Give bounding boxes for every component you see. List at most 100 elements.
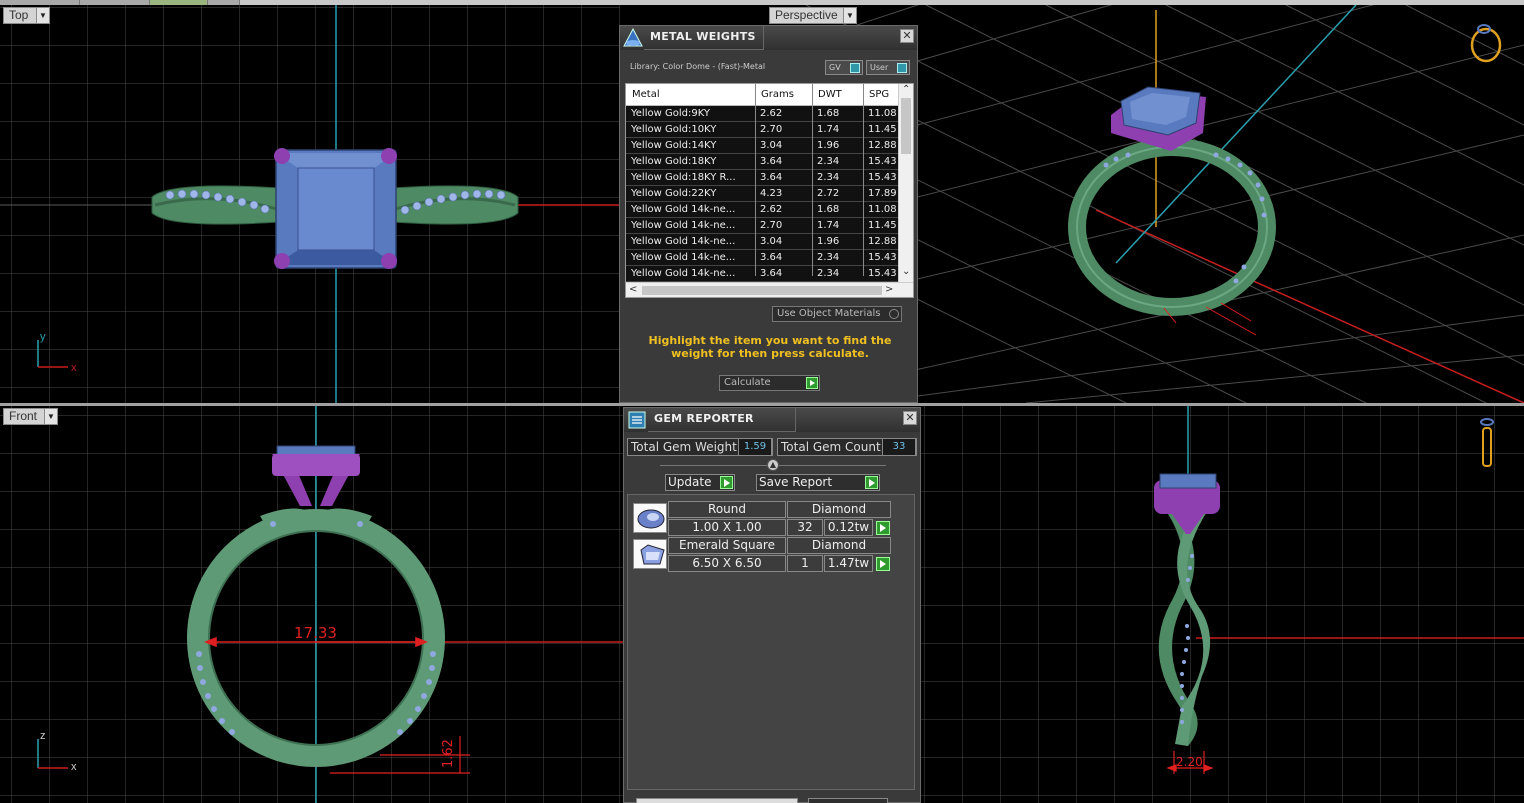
metal-name: Yellow Gold:18KY R... [631, 172, 736, 183]
collapse-icon[interactable]: ▲ [767, 459, 779, 471]
library-label: Library: Color Dome - (Fast)-Metal [630, 62, 766, 71]
metal-grams: 3.64 [760, 156, 783, 167]
save-report-button[interactable]: Save Report [756, 474, 880, 491]
col-dwt[interactable]: DWT [818, 89, 842, 100]
metal-dwt: 2.72 [817, 188, 840, 199]
metal-grams: 2.70 [760, 124, 783, 135]
user-toggle[interactable]: User [866, 60, 910, 75]
use-object-materials-toggle[interactable]: Use Object Materials [772, 306, 902, 322]
metal-table-header: Metal Grams DWT SPG [626, 84, 898, 106]
metal-row[interactable]: Yellow Gold:22KY 4.23 2.72 17.89 [626, 186, 898, 202]
viewport-perspective-label: Perspective [775, 8, 838, 22]
chevron-down-icon: ▼ [44, 409, 57, 424]
metal-row[interactable]: Yellow Gold 14k-ne... 3.64 2.34 15.43 [626, 266, 898, 282]
play-icon [720, 476, 733, 489]
metal-table-vscroll[interactable]: ⌃ ⌄ [898, 84, 913, 282]
metal-spg: 12.88 [868, 236, 897, 247]
metal-name: Yellow Gold 14k-ne... [631, 204, 736, 215]
metal-row[interactable]: Yellow Gold:10KY 2.70 1.74 11.45 [626, 122, 898, 138]
metal-spg: 12.88 [868, 140, 897, 151]
front-view-scene: 17.33 1.62 z x [0, 406, 624, 803]
metal-row[interactable]: Yellow Gold 14k-ne... 2.70 1.74 11.45 [626, 218, 898, 234]
metal-row[interactable]: Yellow Gold 14k-ne... 3.04 1.96 12.88 [626, 234, 898, 250]
metal-row[interactable]: Yellow Gold 14k-ne... 3.64 2.34 15.43 [626, 250, 898, 266]
metal-name: Yellow Gold:9KY [631, 108, 710, 119]
metal-weights-titlebar[interactable]: METAL WEIGHTS ✕ [620, 26, 917, 50]
metal-row[interactable]: Yellow Gold:9KY 2.62 1.68 11.08 [626, 106, 898, 122]
metal-dwt: 2.34 [817, 172, 840, 183]
metal-dwt: 1.68 [817, 108, 840, 119]
app-window: y x Top ▼ Perspective ▼ 17.33 1.62 z x F… [0, 0, 1524, 803]
metal-table[interactable]: Metal Grams DWT SPG Yellow Gold:9KY 2.62 1… [625, 83, 914, 298]
viewport-front[interactable]: 17.33 1.62 z x Front ▼ [0, 406, 624, 803]
gem-row-round[interactable]: Round Diamond 1.00 X 1.00 32 0.12tw [628, 501, 916, 536]
shank-width-value: 2.20 [1176, 755, 1203, 769]
viewport-top-menu[interactable]: Top ▼ [3, 7, 50, 24]
update-button[interactable]: Update [665, 474, 735, 491]
metal-spg: 11.45 [868, 124, 897, 135]
close-icon[interactable]: ✕ [903, 411, 917, 425]
ring-perspective [1068, 86, 1276, 316]
metal-dwt: 1.74 [817, 220, 840, 231]
metal-spg: 15.43 [868, 156, 897, 167]
chevron-down-icon: ▼ [36, 8, 49, 23]
viewport-perspective-menu[interactable]: Perspective ▼ [769, 7, 857, 24]
gem-reporter-title: GEM REPORTER [654, 412, 754, 425]
right-view-scene: 2.20 [920, 406, 1524, 803]
viewport-front-label: Front [9, 409, 38, 423]
metal-row[interactable]: Yellow Gold:18KY R... 3.64 2.34 15.43 [626, 170, 898, 186]
ring-navigator-icon[interactable] [1470, 24, 1502, 63]
metal-row[interactable]: Yellow Gold 14k-ne... 2.62 1.68 11.08 [626, 202, 898, 218]
metal-spg: 11.08 [868, 204, 897, 215]
play-icon[interactable] [876, 521, 890, 535]
gem-row-emerald[interactable]: Emerald Square Diamond 6.50 X 6.50 1 1.4… [628, 537, 916, 572]
scroll-up-icon[interactable]: ⌃ [902, 84, 910, 95]
calculate-button[interactable]: Calculate [719, 375, 820, 391]
play-icon [806, 377, 818, 389]
metal-grams: 3.04 [760, 140, 783, 151]
scroll-thumb[interactable] [901, 98, 911, 154]
viewport-top[interactable]: y x Top ▼ [0, 5, 620, 403]
metal-dwt: 1.74 [817, 124, 840, 135]
metal-grams: 3.64 [760, 268, 783, 279]
bottom-dropdown[interactable] [636, 798, 798, 803]
shank-height-value: 1.62 [441, 739, 456, 768]
metal-dwt: 2.34 [817, 252, 840, 263]
gv-toggle[interactable]: GV [825, 60, 863, 75]
viewport-top-label: Top [9, 8, 29, 22]
metal-grams: 4.23 [760, 188, 783, 199]
close-icon[interactable]: ✕ [900, 29, 914, 43]
gem-count: 1 [787, 555, 823, 572]
scroll-right-icon[interactable]: > [885, 284, 893, 295]
inner-diameter-value: 17.33 [294, 624, 337, 642]
round-gem-icon [633, 503, 667, 533]
metal-table-hscroll[interactable]: < > [626, 282, 913, 297]
scroll-down-icon[interactable]: ⌄ [902, 266, 910, 277]
col-grams[interactable]: Grams [761, 89, 794, 100]
bottom-button[interactable] [808, 798, 888, 803]
metal-name: Yellow Gold:10KY [631, 124, 717, 135]
viewport-right[interactable]: 2.20 [920, 406, 1524, 803]
total-gem-count-value: 33 [882, 438, 916, 456]
gem-material: Diamond [787, 501, 891, 518]
scroll-thumb-h[interactable] [642, 286, 882, 295]
scroll-left-icon[interactable]: < [629, 284, 637, 295]
metal-dwt: 1.68 [817, 204, 840, 215]
col-spg[interactable]: SPG [869, 89, 889, 100]
gem-reporter-titlebar[interactable]: GEM REPORTER ✕ [624, 408, 920, 432]
metal-dwt: 2.34 [817, 156, 840, 167]
chevron-down-icon: ▼ [843, 8, 856, 23]
top-view-scene: y x [0, 5, 620, 403]
metal-weights-title: METAL WEIGHTS [650, 30, 756, 43]
metal-spg: 17.89 [868, 188, 897, 199]
metal-name: Yellow Gold 14k-ne... [631, 252, 736, 263]
gem-size: 6.50 X 6.50 [668, 555, 786, 572]
play-icon[interactable] [876, 557, 890, 571]
viewport-front-menu[interactable]: Front ▼ [3, 408, 58, 425]
total-gem-weight: Total Gem Weight 1.59 [627, 438, 773, 456]
col-metal[interactable]: Metal [632, 89, 660, 100]
metal-row[interactable]: Yellow Gold:18KY 3.64 2.34 15.43 [626, 154, 898, 170]
gem-material: Diamond [787, 537, 891, 554]
metal-row[interactable]: Yellow Gold:14KY 3.04 1.96 12.88 [626, 138, 898, 154]
gem-reporter-icon [628, 411, 646, 429]
